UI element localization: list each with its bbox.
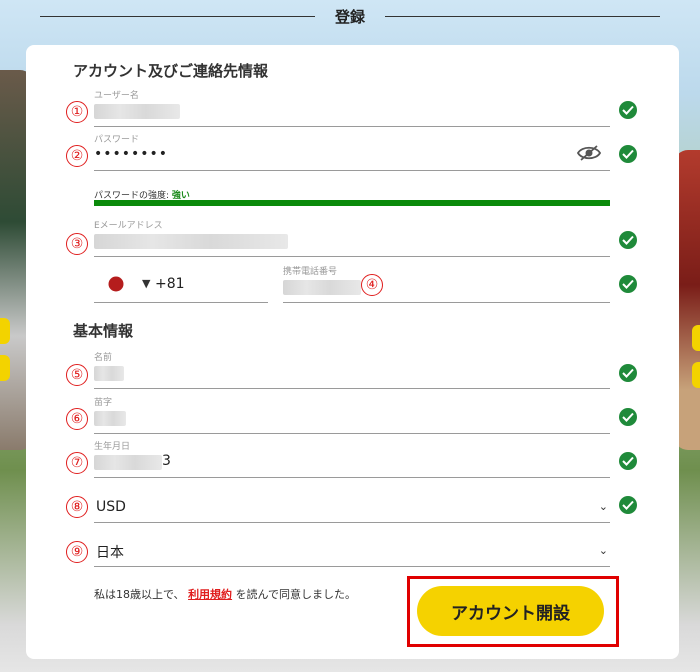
- annotation-number: ⑤: [66, 364, 88, 386]
- birthdate-value-redacted: [94, 455, 162, 470]
- annotation-number: ⑥: [66, 408, 88, 430]
- last-name-label: 苗字: [94, 398, 113, 408]
- last-name-value-redacted: [94, 411, 126, 426]
- username-value-redacted: [94, 104, 180, 119]
- mobile-phone-field[interactable]: 携帯電話番号: [283, 262, 610, 303]
- birthdate-visible-digit: 3: [162, 453, 171, 469]
- birthdate-label: 生年月日: [94, 442, 131, 452]
- annotation-number: ③: [66, 233, 88, 255]
- chevron-down-icon: ⌄: [598, 500, 608, 513]
- eye-slash-icon[interactable]: [576, 144, 602, 166]
- page-header: 登録: [40, 0, 660, 34]
- consent-suffix: を読んで同意しました。: [235, 588, 357, 601]
- currency-select[interactable]: USD ⌄: [94, 482, 610, 523]
- password-field[interactable]: パスワード ••••••••: [94, 130, 610, 171]
- annotation-number: ⑦: [66, 452, 88, 474]
- country-value: 日本: [96, 545, 124, 561]
- check-circle-icon: [619, 408, 637, 426]
- check-circle-icon: [619, 496, 637, 514]
- email-field[interactable]: Eメールアドレス: [94, 216, 610, 257]
- chevron-down-icon: ▼: [142, 277, 151, 290]
- first-name-label: 名前: [94, 353, 113, 363]
- open-account-button[interactable]: アカウント開設: [417, 586, 604, 636]
- consent-prefix: 私は18歳以上で、: [94, 588, 185, 601]
- japan-flag-icon: [108, 276, 124, 292]
- section-title-basic: 基本情報: [73, 322, 134, 340]
- annotation-number: ⑨: [66, 541, 88, 563]
- first-name-field[interactable]: 名前: [94, 348, 610, 389]
- background-banner-right: [692, 362, 700, 388]
- annotation-number: ②: [66, 145, 88, 167]
- country-select[interactable]: 日本 ⌄: [94, 526, 610, 567]
- birthdate-field[interactable]: 生年月日 3: [94, 437, 610, 478]
- age-terms-consent: 私は18歳以上で、 利用規約 を読んで同意しました。: [94, 586, 356, 602]
- annotation-number: ①: [66, 101, 88, 123]
- mobile-phone-value-redacted: [283, 280, 361, 295]
- password-label: パスワード: [94, 135, 140, 145]
- email-label: Eメールアドレス: [94, 221, 163, 231]
- check-circle-icon: [619, 101, 637, 119]
- mobile-phone-label: 携帯電話番号: [283, 267, 338, 277]
- password-strength-fill: [94, 200, 610, 206]
- annotation-number: ④: [361, 274, 383, 296]
- country-code-value: +81: [155, 276, 185, 292]
- email-value-redacted: [94, 234, 288, 249]
- last-name-field[interactable]: 苗字: [94, 393, 610, 434]
- username-label: ユーザー名: [94, 91, 139, 101]
- currency-value: USD: [96, 499, 126, 515]
- chevron-down-icon: ⌄: [598, 544, 608, 557]
- password-value: ••••••••: [94, 146, 169, 162]
- check-circle-icon: [619, 364, 637, 382]
- header-divider: [385, 16, 660, 17]
- terms-link[interactable]: 利用規約: [188, 588, 232, 601]
- annotation-number: ⑧: [66, 496, 88, 518]
- check-circle-icon: [619, 275, 637, 293]
- first-name-value-redacted: [94, 366, 124, 381]
- check-circle-icon: [619, 145, 637, 163]
- background-banner-right: [692, 325, 700, 351]
- background-banner-left: [0, 318, 10, 344]
- username-field[interactable]: ユーザー名: [94, 86, 610, 127]
- country-code-select[interactable]: ▼ +81: [94, 262, 268, 303]
- section-title-account: アカウント及びご連絡先情報: [73, 62, 269, 80]
- background-banner-left: [0, 355, 10, 381]
- check-circle-icon: [619, 231, 637, 249]
- password-strength-bar: [94, 200, 610, 206]
- check-circle-icon: [619, 452, 637, 470]
